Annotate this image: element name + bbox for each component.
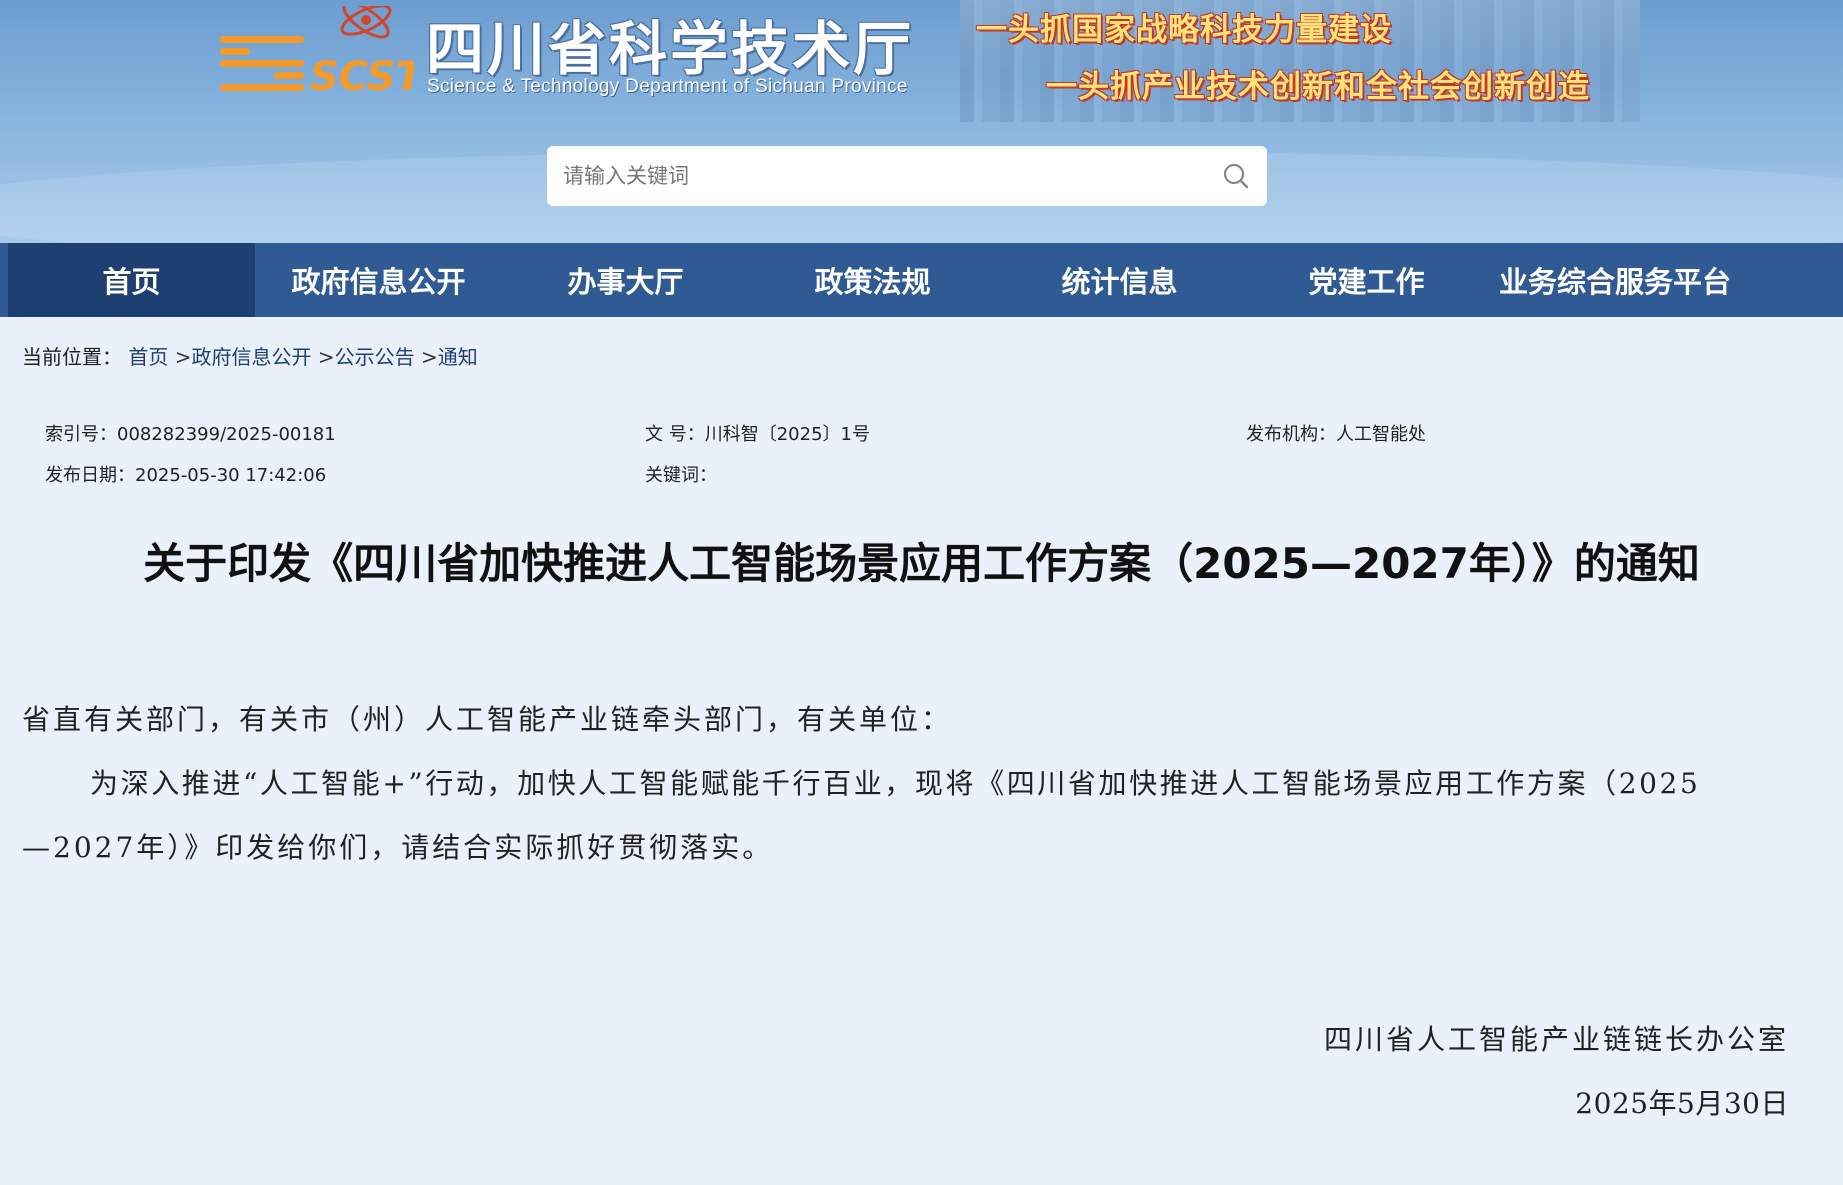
breadcrumb-gov-info[interactable]: 政府信息公开 [191, 345, 311, 369]
meta-date-value: 2025-05-30 17:42:06 [135, 465, 327, 486]
nav-item-service-platform[interactable]: 业务综合服务平台 [1490, 243, 1740, 317]
breadcrumb-prefix: 当前位置： [22, 345, 122, 369]
search-icon[interactable] [1221, 161, 1251, 191]
search-bar [547, 146, 1267, 206]
nav-item-service-hall[interactable]: 办事大厅 [502, 243, 749, 317]
nav-item-gov-info[interactable]: 政府信息公开 [255, 243, 502, 317]
nav-item-home[interactable]: 首页 [8, 243, 255, 317]
nav-item-party[interactable]: 党建工作 [1243, 243, 1490, 317]
meta-date: 发布日期：2025-05-30 17:42:06 [45, 461, 326, 487]
nav-item-statistics[interactable]: 统计信息 [996, 243, 1243, 317]
meta-docno-label: 文 号： [645, 424, 705, 445]
meta-docno: 文 号：川科智〔2025〕1号 [645, 420, 870, 446]
scst-logo-icon[interactable]: SCST [214, 6, 414, 98]
search-input[interactable] [563, 164, 1221, 188]
meta-docno-value: 川科智〔2025〕1号 [704, 424, 870, 445]
breadcrumb-notices[interactable]: 公示公告 [335, 345, 415, 369]
slogan-2: 一头抓产业技术创新和全社会创新创造 [1046, 69, 1590, 105]
document-title: 关于印发《四川省加快推进人工智能场景应用工作方案（2025—2027年）》的通知 [143, 539, 1700, 588]
document-signature: 四川省人工智能产业链链长办公室 [1323, 1023, 1789, 1056]
meta-date-label: 发布日期： [45, 465, 135, 486]
logo-letters: SCST [310, 54, 414, 98]
slogan-1: 一头抓国家战略科技力量建设 [976, 12, 1392, 48]
meta-index: 索引号：008282399/2025-00181 [45, 420, 336, 446]
breadcrumb-current[interactable]: 通知 [438, 345, 478, 369]
document-paragraph-line-2: —2027年）》印发给你们，请结合实际抓好贯彻落实。 [22, 831, 774, 864]
site-title[interactable]: 四川省科学技术厅 [426, 2, 914, 86]
main-nav: 首页 政府信息公开 办事大厅 政策法规 统计信息 党建工作 业务综合服务平台 [0, 243, 1843, 317]
meta-keywords: 关键词： [645, 461, 717, 487]
nav-item-policy[interactable]: 政策法规 [749, 243, 996, 317]
meta-org-value: 人工智能处 [1336, 424, 1426, 445]
breadcrumb-separator: > [420, 345, 438, 369]
breadcrumb-separator: > [174, 345, 192, 369]
meta-org-label: 发布机构： [1246, 424, 1336, 445]
site-subtitle: Science & Technology Department of Sichu… [427, 76, 908, 97]
meta-index-value: 008282399/2025-00181 [117, 424, 336, 445]
breadcrumb-home[interactable]: 首页 [128, 345, 168, 369]
meta-org: 发布机构：人工智能处 [1246, 420, 1426, 446]
document-date: 2025年5月30日 [1575, 1087, 1789, 1120]
breadcrumb: 当前位置： 首页 >政府信息公开 >公示公告 >通知 [22, 341, 478, 370]
document-salutation: 省直有关部门，有关市（州）人工智能产业链牵头部门，有关单位： [22, 703, 953, 736]
site-header: SCST 四川省科学技术厅 Science & Technology Depar… [0, 0, 1843, 243]
meta-index-label: 索引号： [45, 424, 117, 445]
meta-keywords-label: 关键词： [645, 465, 717, 486]
document-paragraph-line-1: 为深入推进“人工智能+”行动，加快人工智能赋能千行百业，现将《四川省加快推进人工… [90, 767, 1701, 800]
breadcrumb-separator: > [317, 345, 335, 369]
